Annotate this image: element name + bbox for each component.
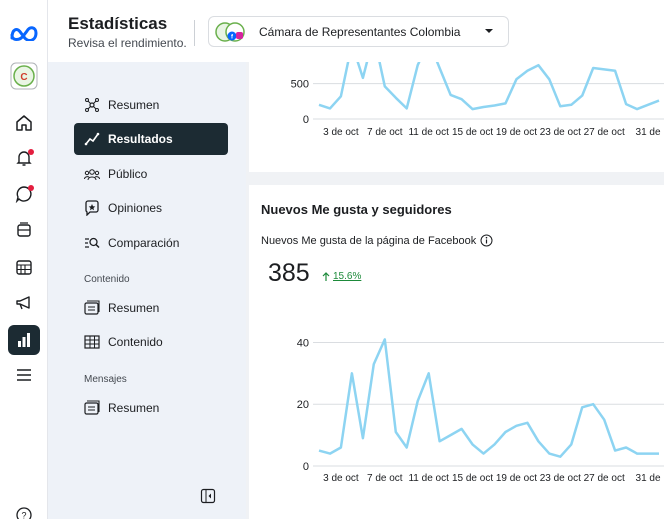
nav-item-label: Opiniones [108,201,163,215]
x-tick-label: 11 de oct [408,127,449,138]
x-tick-label: 19 de oct [496,473,537,484]
nav-item-resumen[interactable]: Resumen [74,89,228,121]
insights-icon[interactable] [8,325,40,355]
x-tick-label: 11 de oct [408,473,449,484]
nav-section-contenido: Contenido [84,274,130,285]
ads-icon[interactable] [8,288,40,318]
notifications-icon[interactable] [8,143,40,173]
results-icon [82,131,102,147]
x-tick-label: 31 de [636,473,661,484]
x-tick-label: 15 de oct [452,473,493,484]
page-avatar[interactable]: C [8,61,40,91]
x-tick-label: 3 de oct [323,473,359,484]
x-tick-label: 3 de oct [323,127,359,138]
collapse-icon [200,488,216,504]
nav-item-label: Resumen [108,98,160,112]
account-avatar: f [215,22,245,42]
planner-icon[interactable] [8,252,40,282]
y-tick-label: 40 [297,337,309,349]
nav-item-publico[interactable]: Público [74,158,228,190]
nav-item-label: Resumen [108,401,160,415]
x-tick-label: 31 de [636,127,661,138]
messages-overview-icon [82,400,102,416]
content-icon[interactable] [8,215,40,245]
help-icon[interactable]: ? [8,500,40,519]
reach-chart: 0 500 3 de oct 7 de oct 11 de oct 15 de oct 19… [291,34,664,138]
x-tick-label: 27 de oct [584,127,625,138]
y-tick-label: 0 [303,461,309,473]
x-tick-label: 7 de oct [367,127,403,138]
audience-icon [82,166,102,182]
feedback-icon [82,200,102,216]
benchmark-icon [82,235,102,251]
message-badge [28,185,34,191]
series-line [318,34,660,111]
messages-icon[interactable] [8,179,40,209]
likes-chart: 0 20 40 3 de oct 7 de oct 11 de oct 15 de oct 1… [297,337,664,484]
nav-item-contenido[interactable]: Contenido [74,326,228,358]
nav-item-label: Resumen [108,301,160,315]
menu-icon[interactable] [8,360,40,390]
x-tick-label: 7 de oct [367,473,403,484]
svg-text:C: C [20,72,27,83]
overview-icon [82,97,102,113]
nav-item-contenido-resumen[interactable]: Resumen [74,292,228,324]
global-nav-rail: C ? [0,0,48,519]
y-tick-label: 0 [303,114,309,126]
y-tick-label: 500 [291,79,309,91]
nav-item-comparacion[interactable]: Comparación [74,227,228,259]
page-subtitle: Revisa el rendimiento. [68,36,187,50]
insights-sidebar: Resumen Resultados Público Opiniones Com… [48,62,246,519]
account-selector[interactable]: f Cámara de Representantes Colombia [208,16,509,47]
nav-item-mensajes-resumen[interactable]: Resumen [74,392,228,424]
nav-item-label: Contenido [108,335,163,349]
x-tick-label: 23 de oct [540,127,581,138]
series-line [318,338,659,458]
reach-card: 0 500 3 de oct 7 de oct 11 de oct 15 de oct 19… [249,34,664,172]
likes-followers-card: Nuevos Me gusta y seguidores Nuevos Me g… [249,185,664,519]
y-tick-label: 20 [297,399,309,411]
page-title: Estadísticas [68,14,168,33]
home-icon[interactable] [8,108,40,138]
page-header: Estadísticas Revisa el rendimiento. f Cá… [48,0,664,62]
notification-badge [28,149,34,155]
nav-item-label: Público [108,167,148,181]
meta-logo-icon[interactable] [8,18,40,48]
x-tick-label: 27 de oct [584,473,625,484]
collapse-sidebar-button[interactable] [200,488,216,509]
nav-item-label: Comparación [108,236,180,250]
table-icon [82,334,102,350]
svg-text:?: ? [21,511,26,519]
header-divider [194,20,195,46]
content-overview-icon [82,300,102,316]
x-tick-label: 15 de oct [452,127,493,138]
chevron-down-icon [485,29,493,33]
nav-item-resultados[interactable]: Resultados [74,123,228,155]
x-tick-label: 19 de oct [496,127,537,138]
account-name: Cámara de Representantes Colombia [259,25,461,39]
x-tick-label: 23 de oct [540,473,581,484]
nav-section-mensajes: Mensajes [84,374,127,385]
nav-item-opiniones[interactable]: Opiniones [74,192,228,224]
nav-item-label: Resultados [108,132,173,146]
